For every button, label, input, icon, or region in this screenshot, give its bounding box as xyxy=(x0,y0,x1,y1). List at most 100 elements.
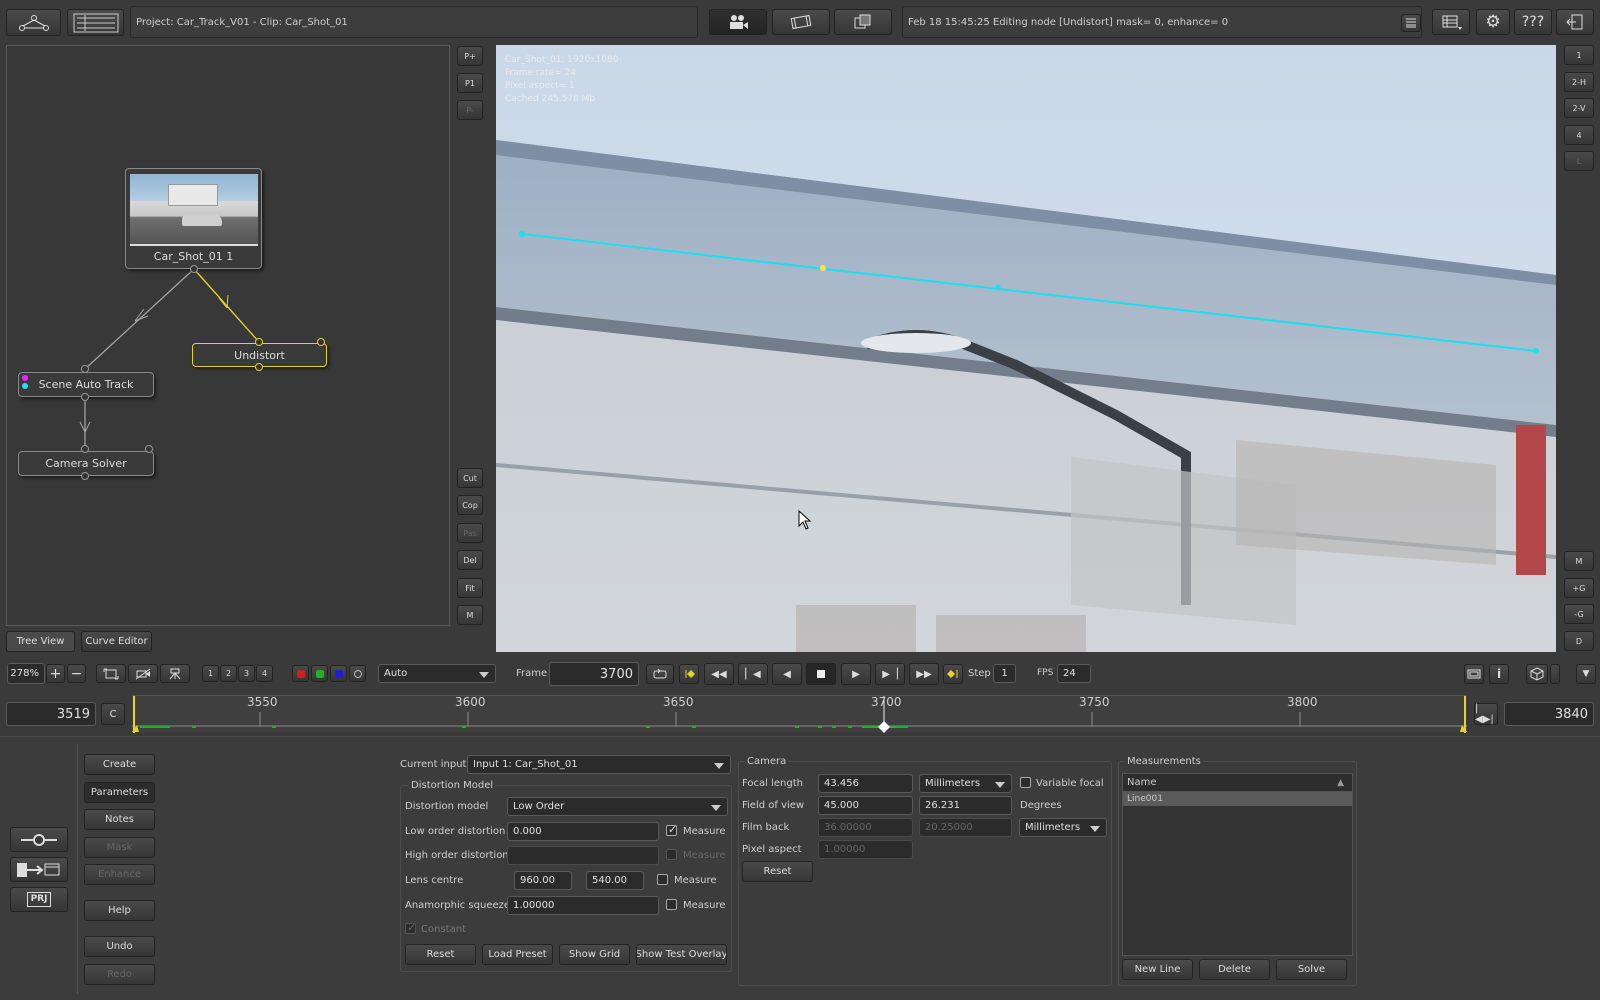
green-channel-button[interactable] xyxy=(311,665,328,682)
help-button[interactable]: ??? xyxy=(1514,9,1552,35)
layout-menu-button[interactable] xyxy=(1432,9,1470,35)
3d-view-button[interactable] xyxy=(1526,664,1548,684)
help-menu-button[interactable]: Help xyxy=(84,900,155,921)
tree-menu-button[interactable]: M xyxy=(457,605,483,625)
parameters-mode-button[interactable] xyxy=(10,827,68,852)
tripod-button[interactable] xyxy=(160,664,190,683)
prev-key-button[interactable] xyxy=(679,664,699,684)
fov-v-field[interactable]: 26.231 xyxy=(919,796,1012,815)
undistort-output-port[interactable] xyxy=(255,363,263,371)
undistort-mask-port[interactable] xyxy=(317,338,325,346)
low-order-field[interactable]: 0.000 xyxy=(507,822,659,841)
redo-button[interactable]: Redo xyxy=(84,964,155,985)
delete-line-button[interactable]: Delete xyxy=(1199,959,1270,980)
gain-up-button[interactable]: +G xyxy=(1564,578,1594,598)
cache-button[interactable]: C xyxy=(101,703,125,725)
camera-reset-button[interactable]: Reset xyxy=(742,861,813,882)
focal-units-select[interactable]: Millimeters xyxy=(919,774,1012,793)
info-button[interactable]: i xyxy=(1489,664,1509,684)
undistort-input-port[interactable] xyxy=(255,338,263,346)
high-order-field[interactable] xyxy=(507,846,659,865)
safe-frame-button[interactable] xyxy=(1464,664,1484,684)
zoom-field[interactable]: 278% xyxy=(7,663,45,684)
undo-button[interactable]: Undo xyxy=(84,936,155,957)
page-1-button[interactable]: P1 xyxy=(457,73,483,93)
alpha-channel-button[interactable] xyxy=(349,665,366,682)
film-back-h-field[interactable]: 20.25000 xyxy=(919,818,1012,837)
measurements-header[interactable]: Name ▲ xyxy=(1123,774,1352,792)
focal-length-field[interactable]: 43.456 xyxy=(818,774,913,793)
play-forward-button[interactable]: ▶ xyxy=(841,663,871,685)
step-field[interactable]: 1 xyxy=(993,664,1016,683)
scene-track-input-port[interactable] xyxy=(81,365,89,373)
high-order-measure-checkbox[interactable] xyxy=(666,849,677,860)
3d-settings-button[interactable] xyxy=(1550,664,1560,684)
low-order-measure-checkbox[interactable] xyxy=(666,823,677,836)
show-test-overlay-button[interactable]: Show Test Overlay xyxy=(636,944,727,965)
project-mode-button[interactable]: PRJ xyxy=(10,887,68,912)
tab-tree-view[interactable]: Tree View xyxy=(6,631,75,652)
new-line-button[interactable]: New Line xyxy=(1122,959,1193,980)
exit-button[interactable] xyxy=(1556,9,1594,35)
play-backward-button[interactable]: ◀ xyxy=(772,663,802,685)
tab-curve-editor[interactable]: Curve Editor xyxy=(81,631,152,652)
fit-button[interactable]: Fit xyxy=(457,578,483,598)
load-preset-button[interactable]: Load Preset xyxy=(482,944,553,965)
export-view-button[interactable] xyxy=(834,9,892,35)
film-units-select[interactable]: Millimeters xyxy=(1019,818,1107,837)
fps-field[interactable]: 24 xyxy=(1057,664,1091,683)
cut-button[interactable]: Cut xyxy=(457,468,483,488)
fit-frame-button[interactable] xyxy=(96,664,126,683)
clip-node[interactable]: Car_Shot_01 1 xyxy=(125,168,262,269)
view-single-button[interactable]: 1 xyxy=(1564,45,1594,65)
copy-button[interactable]: Cop xyxy=(457,495,483,515)
image-viewer[interactable]: Car_Shot_01: 1920x1080 Frame rate= 24 Pi… xyxy=(496,45,1556,652)
show-grid-button[interactable]: Show Grid xyxy=(559,944,630,965)
parameters-button[interactable]: Parameters xyxy=(84,782,155,803)
pixel-aspect-field[interactable]: 1.00000 xyxy=(818,840,913,859)
collapse-button[interactable]: ▼ xyxy=(1576,664,1596,684)
list-view-button[interactable] xyxy=(67,9,124,36)
clip-output-port[interactable] xyxy=(190,265,198,273)
zoom-out-button[interactable]: − xyxy=(67,664,86,683)
camera-view-button[interactable] xyxy=(709,9,767,35)
channel-mode-select[interactable]: Auto xyxy=(378,664,496,683)
view-4-button[interactable]: 4 xyxy=(256,665,273,682)
timeline-start-field[interactable]: 3519 xyxy=(6,702,96,726)
measurements-list[interactable]: Name ▲ Line001 xyxy=(1122,773,1353,956)
add-page-button[interactable]: P+ xyxy=(457,46,483,66)
view-3-button[interactable]: 3 xyxy=(238,665,255,682)
view-split-horizontal-button[interactable]: 2-H xyxy=(1564,72,1594,92)
view-split-vertical-button[interactable]: 2-V xyxy=(1564,98,1594,118)
gain-down-button[interactable]: -G xyxy=(1564,604,1594,624)
loop-button[interactable] xyxy=(646,664,674,684)
camera-solver-input-port[interactable] xyxy=(81,445,89,453)
camera-solver-output-port[interactable] xyxy=(81,472,89,480)
stop-button[interactable] xyxy=(806,663,836,685)
remove-page-button[interactable]: P- xyxy=(457,100,483,120)
list-item[interactable]: Line001 xyxy=(1123,792,1352,806)
scene-track-output-port[interactable] xyxy=(81,393,89,401)
next-key-button[interactable] xyxy=(943,664,963,684)
constant-checkbox[interactable] xyxy=(405,921,416,934)
distortion-model-select[interactable]: Low Order xyxy=(507,797,728,816)
distortion-reset-button[interactable]: Reset xyxy=(405,944,476,965)
node-tree-icon-button[interactable] xyxy=(6,9,61,36)
timeline-end-field[interactable]: 3840 xyxy=(1504,702,1594,726)
variable-focal-checkbox[interactable] xyxy=(1020,777,1031,788)
go-end-button[interactable]: ▶▶ xyxy=(909,663,939,685)
clip-view-button[interactable] xyxy=(772,9,830,35)
view-quad-button[interactable]: 4 xyxy=(1564,125,1594,145)
camera-solver-mask-port[interactable] xyxy=(145,445,153,453)
camera-toggle-button[interactable] xyxy=(128,664,158,683)
red-channel-button[interactable] xyxy=(292,665,309,682)
blue-channel-button[interactable] xyxy=(330,665,347,682)
timeline-track[interactable]: 3550 3600 3650 3700 3750 3800 xyxy=(132,695,1467,733)
film-back-w-field[interactable]: 36.00000 xyxy=(818,818,913,837)
tree-view-panel[interactable]: Car_Shot_01 1 Undistort Scene Auto Track… xyxy=(6,45,450,626)
log-button[interactable] xyxy=(1401,14,1421,32)
view-lock-button[interactable]: L xyxy=(1564,151,1594,171)
export-mode-button[interactable] xyxy=(10,857,68,882)
settings-button[interactable]: ⚙ xyxy=(1476,9,1510,35)
solve-button[interactable]: Solve xyxy=(1276,959,1347,980)
